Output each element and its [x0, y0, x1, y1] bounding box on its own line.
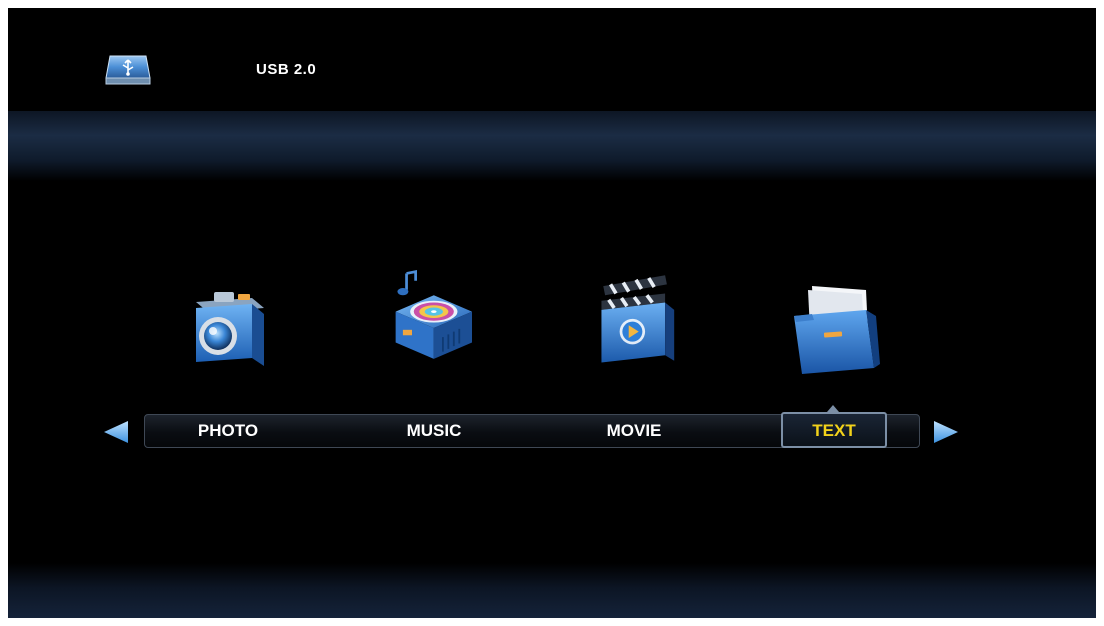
- arrow-right-icon[interactable]: [932, 419, 962, 445]
- media-player-screen: USB 2.0 PHOTO MUSIC MOVIE TEXT: [8, 8, 1096, 618]
- usb-drive-icon: [105, 55, 151, 85]
- category-nav-bar: PHOTO MUSIC MOVIE TEXT: [144, 405, 920, 448]
- media-icon-row: [8, 268, 1096, 378]
- tab-text[interactable]: TEXT: [779, 415, 889, 447]
- selection-pointer: [827, 405, 839, 412]
- source-label: USB 2.0: [256, 61, 317, 78]
- footer-band: [8, 563, 1096, 618]
- header-band: [8, 111, 1096, 181]
- document-folder-icon[interactable]: [784, 276, 884, 376]
- tab-movie[interactable]: MOVIE: [579, 415, 689, 447]
- header: USB 2.0: [8, 8, 1096, 108]
- music-disc-icon[interactable]: [382, 268, 482, 368]
- tab-music[interactable]: MUSIC: [379, 415, 489, 447]
- clapperboard-icon[interactable]: [586, 268, 686, 368]
- arrow-left-icon[interactable]: [100, 419, 130, 445]
- tab-photo[interactable]: PHOTO: [173, 415, 283, 447]
- camera-icon[interactable]: [178, 278, 278, 378]
